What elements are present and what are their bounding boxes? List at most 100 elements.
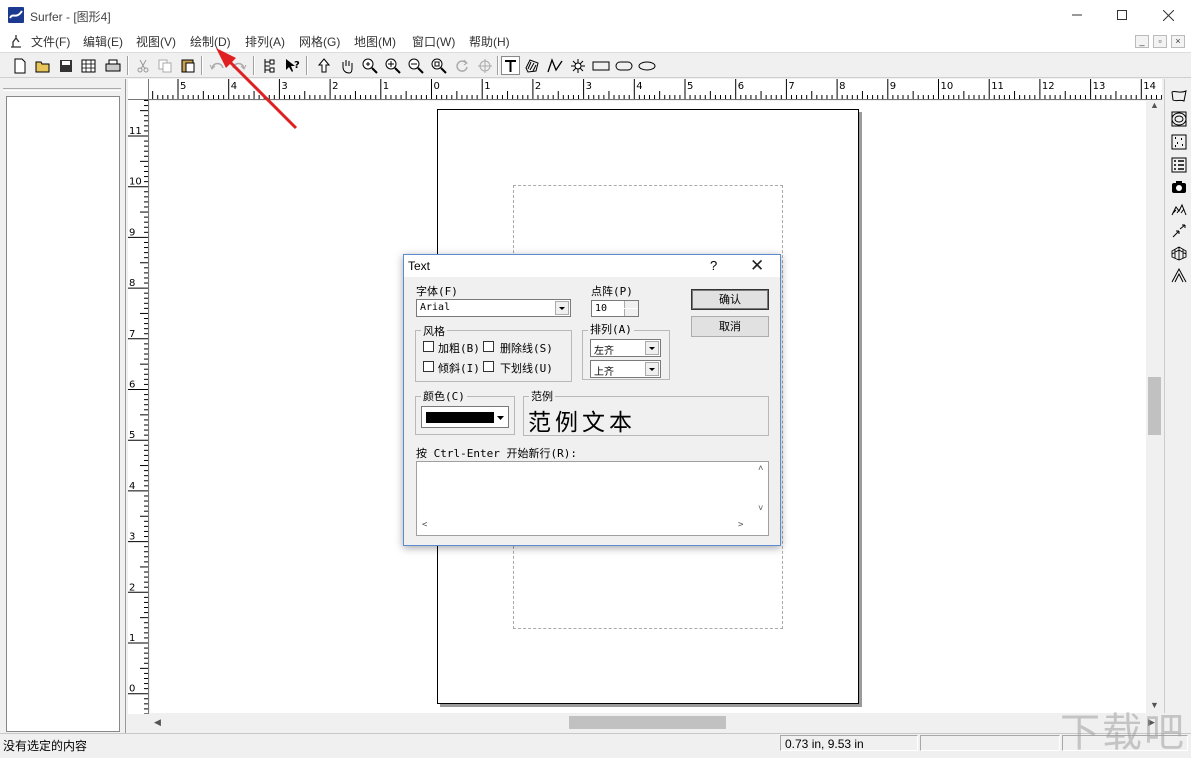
wireframe-icon[interactable]	[1170, 244, 1188, 262]
red-arrow-annotation	[216, 48, 298, 130]
vector-map-icon[interactable]	[1170, 222, 1188, 240]
mdi-minimize-button[interactable]: _	[1135, 35, 1149, 48]
dialog-title-bar: Text ? ✕	[404, 255, 780, 277]
chevron-down-icon[interactable]	[645, 341, 659, 355]
pan-hand-icon[interactable]	[337, 56, 356, 75]
ruler-label: 0	[434, 81, 440, 92]
zoom-in-icon[interactable]	[383, 56, 402, 75]
zoom-rect-icon[interactable]	[429, 56, 448, 75]
ruler-label: 2	[129, 582, 135, 593]
text-tool-icon[interactable]	[501, 56, 520, 75]
dialog-close-icon[interactable]: ✕	[750, 256, 764, 276]
strikeout-label: 删除线(S)	[500, 342, 553, 355]
spin-down-icon[interactable]	[624, 309, 638, 316]
vertical-ruler: 11 10 9 8 7 6 5 4 3 2 1 0	[128, 100, 149, 714]
scroll-left-icon[interactable]: <	[422, 520, 427, 530]
horizontal-scroll-thumb[interactable]	[569, 716, 726, 729]
ok-button[interactable]: 确认	[691, 289, 769, 310]
classed-post-icon[interactable]	[1170, 156, 1188, 174]
polygon-tool-icon[interactable]	[522, 56, 541, 75]
rounded-rect-tool-icon[interactable]	[614, 56, 633, 75]
object-tree[interactable]	[6, 96, 120, 732]
maximize-button[interactable]	[1099, 0, 1145, 30]
vertical-scroll-thumb[interactable]	[1148, 377, 1161, 435]
contour-map-icon[interactable]	[1170, 110, 1188, 128]
ellipse-tool-icon[interactable]	[637, 56, 656, 75]
minimize-button[interactable]	[1054, 0, 1100, 30]
ruler-label: 12	[1042, 81, 1055, 92]
size-value: 10	[595, 303, 608, 314]
cut-icon[interactable]	[133, 56, 152, 75]
shaded-relief-icon[interactable]	[1170, 200, 1188, 218]
worksheet-icon[interactable]	[79, 56, 98, 75]
symbol-tool-icon[interactable]	[568, 56, 587, 75]
ruler-label: 1	[129, 633, 135, 644]
zoom-out-icon[interactable]	[406, 56, 425, 75]
scroll-up-icon[interactable]: ▲	[1150, 100, 1159, 110]
scroll-up-icon[interactable]: ˄	[758, 464, 763, 474]
text-input[interactable]: ˄ ˅ < >	[416, 461, 769, 536]
italic-checkbox[interactable]	[423, 361, 434, 372]
rectangle-tool-icon[interactable]	[591, 56, 610, 75]
dialog-help-button[interactable]: ?	[710, 258, 717, 273]
surface-icon[interactable]	[1170, 266, 1188, 284]
chevron-down-icon[interactable]	[645, 362, 659, 376]
image-map-icon[interactable]	[1170, 178, 1188, 196]
menu-window[interactable]: 窗口(W)	[412, 33, 455, 50]
underline-checkbox[interactable]	[483, 361, 494, 372]
select-arrow-icon[interactable]	[314, 56, 333, 75]
menu-help[interactable]: 帮助(H)	[469, 33, 510, 50]
scroll-right-icon[interactable]: >	[738, 520, 743, 530]
surfer-app-icon[interactable]	[8, 7, 24, 23]
paste-icon[interactable]	[178, 56, 197, 75]
size-stepper[interactable]: 10	[591, 300, 639, 317]
font-label: 字体(F)	[416, 285, 458, 298]
print-icon[interactable]	[103, 56, 122, 75]
toolbar-separator	[497, 56, 499, 75]
menu-file[interactable]: 文件(F)	[31, 33, 70, 50]
scroll-down-icon[interactable]: ˅	[758, 504, 763, 514]
mdi-close-button[interactable]: ×	[1171, 35, 1185, 48]
horizontal-align-select[interactable]: 左齐	[590, 339, 661, 357]
color-picker[interactable]	[421, 406, 509, 428]
window-title: Surfer - [图形4]	[30, 10, 111, 24]
ruler-label: 2	[535, 81, 541, 92]
size-label: 点阵(P)	[591, 285, 633, 298]
spin-up-icon[interactable]	[624, 301, 638, 308]
base-map-icon[interactable]	[1170, 87, 1188, 105]
open-icon[interactable]	[33, 56, 52, 75]
copy-icon[interactable]	[155, 56, 174, 75]
close-button[interactable]	[1145, 0, 1191, 30]
menu-edit[interactable]: 编辑(E)	[83, 33, 123, 50]
sample-group-title: 范例	[529, 388, 555, 404]
ruler-label: 4	[129, 481, 135, 492]
strikeout-checkbox[interactable]	[483, 341, 494, 352]
status-bar: 没有选定的内容 0.73 in, 9.53 in	[0, 733, 1191, 753]
menu-view[interactable]: 视图(V)	[136, 33, 176, 50]
font-select[interactable]: Arial	[416, 299, 571, 317]
panel-grip[interactable]	[3, 88, 121, 91]
document-icon[interactable]	[8, 33, 24, 49]
new-icon[interactable]	[10, 56, 29, 75]
ruler-label: 3	[129, 532, 135, 543]
menu-bar: 文件(F) 编辑(E) 视图(V) 绘制(D) 排列(A) 网格(G) 地图(M…	[0, 30, 1191, 52]
dialog-title: Text	[408, 259, 431, 273]
zoom-realtime-icon[interactable]	[360, 56, 379, 75]
cancel-button[interactable]: 取消	[691, 316, 769, 337]
object-manager-panel	[0, 79, 126, 733]
rotate-icon[interactable]	[452, 56, 471, 75]
mdi-restore-button[interactable]: ▫	[1153, 35, 1167, 48]
italic-label: 倾斜(I)	[438, 362, 480, 375]
post-map-icon[interactable]	[1170, 133, 1188, 151]
reshape-icon[interactable]	[475, 56, 494, 75]
vertical-align-select[interactable]: 上齐	[590, 360, 661, 378]
ruler-label: 8	[839, 81, 845, 92]
chevron-down-icon[interactable]	[496, 411, 506, 426]
polyline-tool-icon[interactable]	[545, 56, 564, 75]
scroll-left-icon[interactable]: ◀	[154, 717, 161, 728]
bold-checkbox[interactable]	[423, 341, 434, 352]
save-icon[interactable]	[56, 56, 75, 75]
chevron-down-icon[interactable]	[555, 301, 569, 315]
ruler-label: 13	[1093, 81, 1106, 92]
menu-map[interactable]: 地图(M)	[354, 33, 396, 50]
